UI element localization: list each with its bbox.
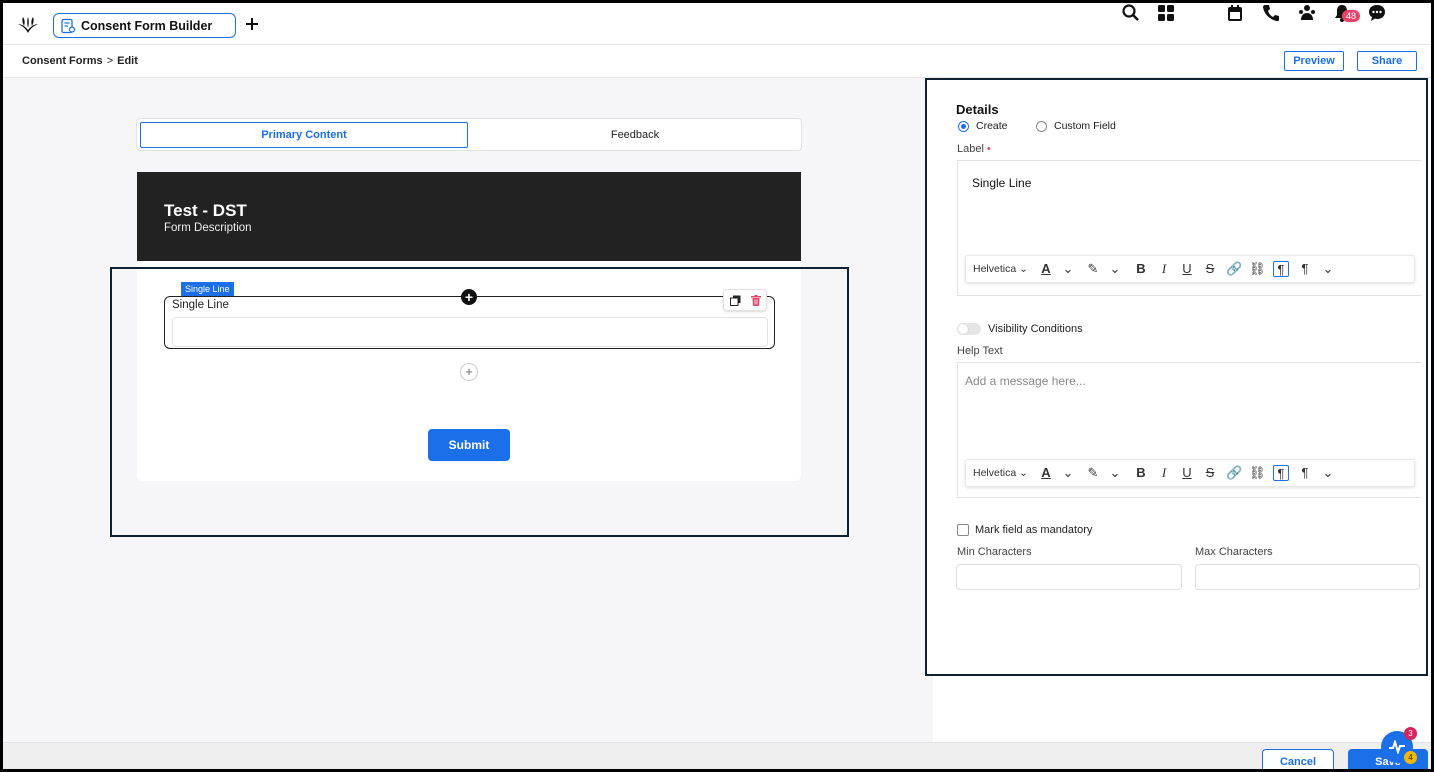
- notification-count-badge: 48: [1342, 10, 1361, 22]
- min-characters-input[interactable]: [956, 564, 1182, 590]
- font-family-value: Helvetica: [973, 467, 1017, 479]
- visibility-conditions-label: Visibility Conditions: [988, 323, 1083, 335]
- label-editor-text: Single Line: [972, 176, 1032, 190]
- brand-logo-icon[interactable]: [17, 15, 39, 35]
- details-title: Details: [956, 102, 999, 117]
- sub-header: Consent Forms > Edit Preview Share: [3, 45, 1431, 78]
- details-panel: Details Create Custom Field Label • Singl…: [925, 78, 1428, 676]
- single-line-input[interactable]: [172, 317, 768, 347]
- breadcrumb-edit: Edit: [117, 55, 138, 67]
- form-document-icon: [61, 18, 76, 33]
- users-icon[interactable]: [1297, 3, 1317, 23]
- label-title: Label •: [957, 143, 991, 155]
- mandatory-checkbox[interactable]: [957, 524, 969, 536]
- italic-icon[interactable]: I: [1156, 261, 1172, 277]
- phone-icon[interactable]: [1261, 3, 1281, 23]
- font-family-select[interactable]: Helvetica ⌄: [973, 467, 1028, 479]
- label-title-text: Label: [957, 143, 984, 155]
- activity-pulse-icon: [1389, 740, 1405, 754]
- visibility-conditions-toggle[interactable]: [957, 323, 981, 335]
- help-text-editor[interactable]: Add a message here... Helvetica ⌄ A ⌄ ✎ …: [957, 362, 1421, 498]
- share-button[interactable]: Share: [1357, 51, 1417, 71]
- help-text-placeholder: Add a message here...: [965, 374, 1086, 388]
- form-canvas: Primary Content Feedback Test - DST Form…: [3, 78, 933, 742]
- top-bar: Consent Form Builder 48: [3, 3, 1431, 45]
- required-indicator: •: [986, 143, 991, 155]
- font-family-select[interactable]: Helvetica ⌄: [973, 263, 1028, 275]
- underline-icon[interactable]: U: [1179, 261, 1195, 277]
- text-color-dropdown-icon[interactable]: ⌄: [1060, 465, 1076, 481]
- font-family-value: Helvetica: [973, 263, 1017, 275]
- duplicate-icon[interactable]: [730, 295, 741, 306]
- help-text-title: Help Text: [957, 345, 1003, 357]
- add-field-below-icon[interactable]: +: [460, 363, 478, 381]
- text-color-icon[interactable]: A: [1038, 261, 1054, 277]
- field-label: Single Line: [172, 299, 229, 311]
- underline-icon[interactable]: U: [1179, 465, 1195, 481]
- fab-badge-bottom: 4: [1404, 751, 1417, 764]
- link-icon[interactable]: 🔗: [1226, 261, 1242, 277]
- italic-icon[interactable]: I: [1156, 465, 1172, 481]
- fab-badge-top: 3: [1404, 727, 1417, 740]
- chat-icon[interactable]: [1367, 3, 1387, 23]
- highlight-color-icon[interactable]: ✎: [1085, 261, 1101, 277]
- highlight-color-icon[interactable]: ✎: [1085, 465, 1101, 481]
- highlight-dropdown-icon[interactable]: ⌄: [1107, 465, 1123, 481]
- text-color-icon[interactable]: A: [1038, 465, 1054, 481]
- cancel-button[interactable]: Cancel: [1262, 749, 1334, 769]
- mandatory-label: Mark field as mandatory: [975, 524, 1093, 536]
- tab-primary-content[interactable]: Primary Content: [140, 122, 468, 148]
- breadcrumb-consent-forms[interactable]: Consent Forms: [22, 55, 103, 67]
- rtl-paragraph-icon[interactable]: ¶: [1297, 261, 1313, 277]
- app-tab-consent-form-builder[interactable]: Consent Form Builder: [53, 13, 236, 38]
- preview-button[interactable]: Preview: [1284, 51, 1344, 71]
- ltr-paragraph-icon[interactable]: ¶: [1273, 261, 1289, 277]
- field-type-tag: Single Line: [181, 282, 234, 296]
- radio-custom-field-dot[interactable]: [1036, 120, 1047, 132]
- delete-icon[interactable]: [751, 295, 761, 306]
- max-characters-input[interactable]: [1195, 564, 1420, 590]
- text-color-dropdown-icon[interactable]: ⌄: [1060, 261, 1076, 277]
- calendar-icon[interactable]: [1225, 3, 1245, 23]
- ltr-paragraph-icon[interactable]: ¶: [1273, 465, 1289, 481]
- form-header[interactable]: Test - DST Form Description: [137, 172, 801, 261]
- form-title: Test - DST: [164, 201, 247, 220]
- add-tab-icon[interactable]: [243, 15, 261, 33]
- radio-custom-field[interactable]: Custom Field: [1036, 120, 1116, 132]
- field-actions: [723, 289, 767, 311]
- max-characters-label: Max Characters: [1195, 546, 1273, 558]
- bold-icon[interactable]: B: [1133, 465, 1149, 481]
- apps-grid-icon[interactable]: [1156, 3, 1176, 23]
- highlight-dropdown-icon[interactable]: ⌄: [1107, 261, 1123, 277]
- more-options-icon[interactable]: ⌄: [1320, 465, 1336, 481]
- strikethrough-icon[interactable]: S: [1202, 465, 1218, 481]
- search-icon[interactable]: [1121, 3, 1141, 23]
- label-editor[interactable]: Single Line Helvetica ⌄ A ⌄ ✎ ⌄ B I U S …: [957, 160, 1421, 296]
- form-tabs: Primary Content Feedback: [136, 118, 802, 151]
- radio-custom-field-label: Custom Field: [1054, 120, 1116, 132]
- radio-create[interactable]: Create: [958, 120, 1008, 132]
- breadcrumb: Consent Forms > Edit: [22, 55, 138, 67]
- unlink-icon[interactable]: ⛓: [1249, 465, 1266, 481]
- form-description: Form Description: [164, 222, 252, 234]
- radio-create-dot[interactable]: [958, 120, 969, 132]
- radio-create-label: Create: [976, 120, 1008, 132]
- help-text-editor-toolbar: Helvetica ⌄ A ⌄ ✎ ⌄ B I U S 🔗 ⛓ ¶ ¶ ⌄: [965, 459, 1415, 487]
- more-options-icon[interactable]: ⌄: [1320, 261, 1336, 277]
- app-window: Consent Form Builder 48 Consent Forms > …: [0, 0, 1434, 772]
- strikethrough-icon[interactable]: S: [1202, 261, 1218, 277]
- rtl-paragraph-icon[interactable]: ¶: [1297, 465, 1313, 481]
- bottom-action-bar: Cancel Save: [3, 742, 1431, 769]
- label-editor-toolbar: Helvetica ⌄ A ⌄ ✎ ⌄ B I U S 🔗 ⛓ ¶ ¶ ⌄: [965, 255, 1415, 283]
- add-field-above-icon[interactable]: +: [461, 289, 477, 305]
- min-characters-label: Min Characters: [957, 546, 1032, 558]
- link-icon[interactable]: 🔗: [1226, 465, 1242, 481]
- bold-icon[interactable]: B: [1133, 261, 1149, 277]
- unlink-icon[interactable]: ⛓: [1249, 261, 1266, 277]
- tab-feedback[interactable]: Feedback: [470, 122, 800, 148]
- app-tab-label: Consent Form Builder: [81, 18, 213, 33]
- breadcrumb-separator: >: [106, 55, 114, 67]
